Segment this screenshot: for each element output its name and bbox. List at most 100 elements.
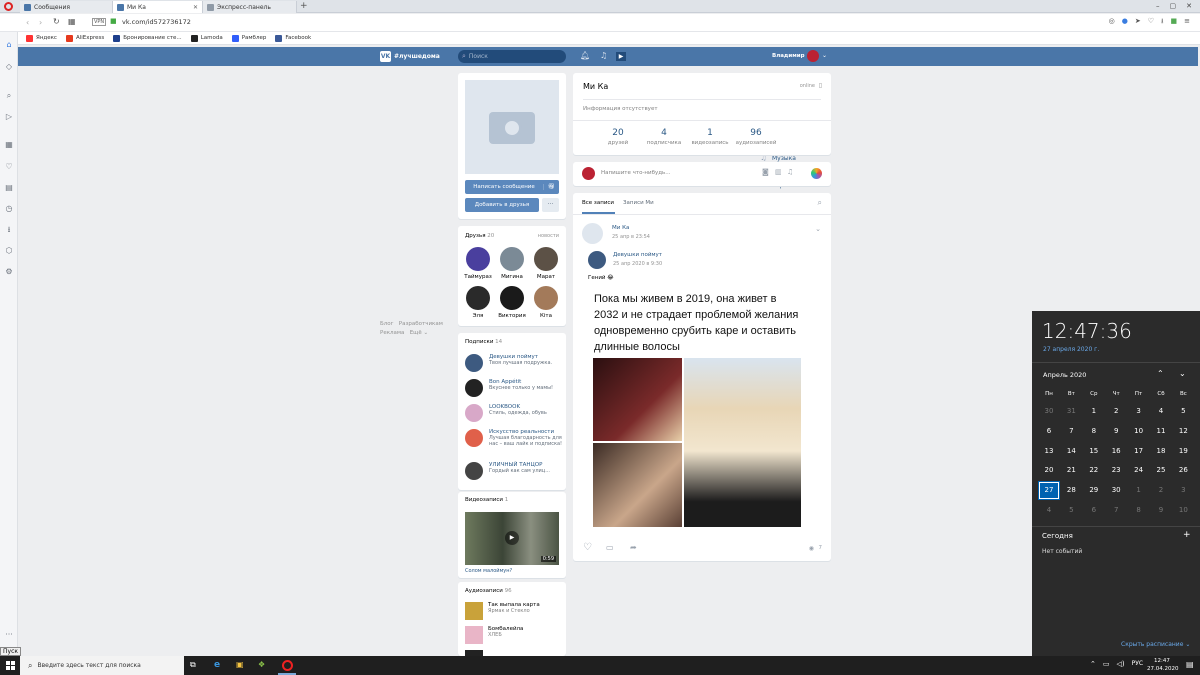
calendar-day[interactable]: 20 [1038,461,1060,480]
notifications-icon[interactable]: ▤ [1186,660,1194,669]
post-author[interactable]: Ми Ка [612,225,629,231]
post-menu-icon[interactable]: ⌄ [815,225,821,233]
calendar-day[interactable]: 7 [1105,501,1127,520]
calendar-day[interactable]: 26 [1172,461,1194,480]
calendar-day[interactable]: 19 [1172,442,1194,461]
bookmark-rambler[interactable]: Рамблер [231,34,266,42]
username[interactable]: Владимир [772,53,805,59]
friend-item[interactable]: Виктория [498,286,526,319]
calendar-day[interactable]: 15 [1083,442,1105,461]
calendar-day[interactable]: 31 [1060,402,1082,421]
post-author-avatar[interactable] [582,223,603,244]
download-icon[interactable]: ⭳ [4,225,14,235]
subscriptions-title[interactable]: Подписки [465,339,493,345]
calendar-day[interactable]: 9 [1105,422,1127,441]
store-icon[interactable]: ▣ [236,660,244,669]
music-icon[interactable]: ♫ [600,51,607,60]
close-tab-icon[interactable]: ✕ [193,4,198,11]
calendar-day[interactable]: 1 [1128,481,1150,500]
photo-attach-icon[interactable]: ◙ [762,168,769,176]
tab-messages[interactable]: Сообщения [20,1,113,13]
notifications-icon[interactable]: 🔔︎ [580,51,590,60]
calendar-day[interactable]: 23 [1105,461,1127,480]
profile-stat[interactable]: 4 подписчика [641,128,687,146]
maximize-icon[interactable]: ▢ [1170,2,1177,10]
calendar-day[interactable]: 5 [1060,501,1082,520]
calendar-day[interactable]: 1 [1083,402,1105,421]
subscription-item[interactable]: Искусство реальности Лучшая благодарность… [465,429,563,458]
calendar-day[interactable]: 10 [1128,422,1150,441]
footer-link-more[interactable]: Ещё [410,330,422,336]
apps-icon[interactable]: ▦ [4,140,14,150]
audios-title[interactable]: Аудиозаписи [465,588,503,594]
bookmark-booking[interactable]: Бронирование сте... [113,34,182,42]
home-icon[interactable]: ⌂ [4,40,14,50]
calendar-day[interactable]: 4 [1038,501,1060,520]
reload-icon[interactable]: ↻ [53,17,60,26]
friend-item[interactable]: Мигина [498,247,526,280]
bookmark-aliexpress[interactable]: AliExpress [65,34,104,42]
extensions-icon[interactable]: ■ [1171,17,1178,28]
footer-link-blog[interactable]: Блог [380,321,394,327]
write-message-button[interactable]: Написать сообщение 🎁︎ [465,180,559,194]
send-icon[interactable]: ▷ [4,112,14,122]
wall-search-icon[interactable]: ⌕ [818,198,822,208]
history-icon[interactable]: ◷ [4,204,14,214]
prev-month-icon[interactable]: ⌃ [1157,369,1164,378]
task-view-icon[interactable]: ⧉ [190,660,196,670]
calendar-day[interactable]: 17 [1128,442,1150,461]
calendar-day[interactable]: 27 [1038,481,1060,501]
news-icon[interactable]: ▤ [4,183,14,193]
url-field[interactable]: vk.com/id572736172 [122,18,191,26]
menu-icon[interactable]: ≡ [1184,17,1190,28]
taskbar-time[interactable]: 12:47 [1154,658,1170,664]
new-tab-button[interactable]: + [300,1,308,11]
calendar-day[interactable]: 30 [1105,481,1127,500]
gift-icon[interactable]: 🎁︎ [543,184,559,190]
search-icon[interactable]: ⌕ [4,91,14,101]
close-window-icon[interactable]: ✕ [1186,2,1192,10]
add-friend-button[interactable]: Добавить в друзья [465,198,539,212]
videos-title[interactable]: Видеозаписи [465,497,503,503]
comment-icon[interactable]: ▭ [606,543,614,552]
calendar-day[interactable]: 25 [1150,461,1172,480]
calendar-day[interactable]: 6 [1083,501,1105,520]
play-icon[interactable]: ▶ [616,52,626,61]
network-icon[interactable]: ▭ [1103,660,1110,668]
calendar-month[interactable]: Апрель 2020 [1043,371,1086,379]
subscription-item[interactable]: LOOKBOOK Стиль, одежда, обувь [465,404,563,425]
wall-tab-all[interactable]: Все записи [582,200,614,206]
taskbar-date[interactable]: 27.04.2020 [1147,666,1179,672]
audio-item[interactable]: Так выпала карта Ярмак и Стекло [465,602,563,626]
minimize-icon[interactable]: – [1156,2,1160,10]
chevron-down-icon[interactable]: ⌄ [822,52,827,59]
friend-item[interactable]: Марат [532,247,560,280]
edge-icon[interactable]: e [214,660,220,670]
clock-date[interactable]: 27 апреля 2020 г. [1043,346,1099,353]
footer-link-dev[interactable]: Разработчикам [399,321,443,327]
vk-icon[interactable]: ◇ [4,62,14,72]
calendar-day[interactable]: 21 [1060,461,1082,480]
send-icon[interactable]: ➤ [1135,17,1141,28]
next-month-icon[interactable]: ⌄ [1179,369,1186,378]
calendar-day[interactable]: 2 [1105,402,1127,421]
profile-stat[interactable]: 96 аудиозаписей [733,128,779,146]
calendar-day[interactable]: 11 [1150,422,1172,441]
shield-icon[interactable]: ● [1122,17,1128,28]
calendar-day[interactable]: 8 [1128,501,1150,520]
bookmark-facebook[interactable]: Facebook [275,34,311,42]
calendar-day[interactable]: 13 [1038,442,1060,461]
calendar-day[interactable]: 29 [1083,481,1105,500]
app-icon[interactable]: ❖ [258,660,265,669]
heart-icon[interactable]: ♡ [1148,17,1154,28]
subscription-item[interactable]: Bon Appétit Вкуснее только у мамы! [465,379,563,400]
share-icon[interactable]: ➦ [630,543,637,552]
repost-author[interactable]: Девушки поймут [613,252,662,258]
calendar-day[interactable]: 14 [1060,442,1082,461]
post-image[interactable]: Пока мы живем в 2019, она живет в 2032 и… [592,289,802,527]
composer-input[interactable]: Напишите что-нибудь... [601,170,671,176]
tab-express-panel[interactable]: Экспресс-панель [203,1,297,13]
calendar-day[interactable]: 16 [1105,442,1127,461]
settings-icon[interactable]: ⚙ [4,267,14,277]
calendar-day[interactable]: 6 [1038,422,1060,441]
